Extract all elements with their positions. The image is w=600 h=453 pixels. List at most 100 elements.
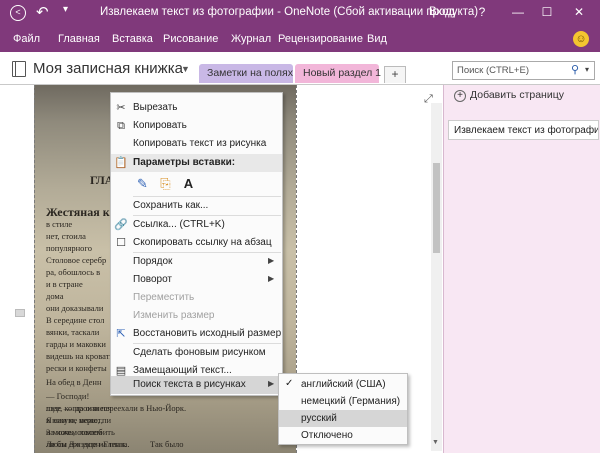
photo-text-line: В середине стол — [46, 315, 105, 325]
photo-text-line: Я вам не верю, пи — [46, 415, 112, 425]
menu-item-rotate[interactable]: Поворот ▶ — [111, 271, 282, 289]
menu-item-restore-size[interactable]: ⇱ Восстановить исходный размер — [111, 325, 282, 343]
photo-text-line: в стиле — [46, 219, 73, 229]
menu-item-set-background[interactable]: Сделать фоновым рисунком — [111, 344, 282, 362]
menu-item-label: Сохранить как... — [133, 200, 209, 211]
copy-icon: ⧉ — [117, 120, 125, 132]
paragraph-link-icon: ☐ — [116, 237, 126, 249]
ocr-language-submenu: ✓ английский (США) немецкий (Германия) р… — [278, 373, 408, 445]
notebook-bar: Моя записная книжка ▼ Заметки на полях Н… — [0, 52, 600, 85]
photo-text-line: дома — [46, 291, 64, 301]
tab-review[interactable]: Рецензирование — [278, 33, 363, 45]
page-item[interactable]: Извлекаем текст из фотографии — [448, 120, 599, 140]
add-section-button[interactable]: + — [384, 66, 406, 83]
photo-text-line: видешь на кровати — [46, 351, 114, 361]
menu-item-label: Копировать — [133, 120, 187, 131]
language-option-english[interactable]: ✓ английский (США) — [279, 376, 407, 393]
photo-text-line: Так было — [150, 439, 184, 449]
undo-icon[interactable]: ↶ — [36, 3, 49, 21]
plus-icon: + — [454, 90, 466, 102]
submenu-arrow-icon: ▶ — [268, 379, 275, 388]
back-circle-icon[interactable]: < — [10, 5, 26, 21]
tab-file[interactable]: Файл — [13, 33, 40, 45]
paste-options-header: 📋 Параметры вставки: — [111, 154, 282, 172]
vertical-scrollbar[interactable]: ▼ — [431, 103, 442, 451]
photo-text-line: гарды и маковки — [46, 339, 106, 349]
notebook-icon — [12, 61, 26, 77]
minimize-button[interactable]: — — [511, 5, 525, 19]
menu-item-label: Переместить — [133, 292, 195, 303]
photo-text-line: ра, обошлось в — [46, 267, 101, 277]
menu-item-copy-link[interactable]: ☐ Скопировать ссылку на абзац — [111, 234, 282, 252]
menu-item-label: Сделать фоновым рисунком — [133, 347, 266, 358]
paste-merge-formatting-icon[interactable]: ⎘ — [156, 174, 175, 193]
language-label: немецкий (Германия) — [301, 396, 401, 407]
menu-item-resize: Изменить размер — [111, 307, 282, 325]
menu-item-label: Поворот — [133, 274, 172, 285]
help-button[interactable]: ? — [475, 5, 489, 19]
menu-item-label: Параметры вставки: — [133, 157, 236, 168]
menu-item-ocr[interactable]: Поиск текста в рисунках ▶ — [111, 376, 282, 394]
tab-history[interactable]: Журнал — [231, 33, 271, 45]
section-tab-notes[interactable]: Заметки на полях — [199, 64, 293, 83]
menu-item-label: Замещающий текст... — [133, 365, 232, 376]
section-tab-new[interactable]: Новый раздел 1 — [295, 64, 381, 83]
smiley-feedback-icon[interactable]: ☺ — [573, 31, 589, 47]
clipboard-icon: 📋 — [114, 157, 128, 169]
photo-text-line: ли бы его еще на глаза. — [46, 439, 130, 449]
scroll-down-icon[interactable]: ▼ — [432, 439, 439, 446]
submenu-arrow-icon: ▶ — [268, 256, 275, 265]
paste-text-only-icon[interactable]: A — [179, 174, 198, 193]
menu-item-label: Копировать текст из рисунка — [133, 138, 267, 149]
maximize-button[interactable]: ☐ — [540, 5, 554, 19]
paste-options-row: ✎ ⎘ A — [111, 172, 282, 196]
menu-item-move: Переместить — [111, 289, 282, 307]
photo-text-line: Столовое серебр — [46, 255, 107, 265]
menu-item-label: Скопировать ссылку на абзац — [133, 237, 272, 248]
menu-item-order[interactable]: Порядок ▶ — [111, 253, 282, 271]
menu-item-copy[interactable]: ⧉ Копировать — [111, 117, 282, 135]
photo-text-line: — Господи! — [46, 391, 90, 401]
photo-text-line: и можем полюбить — [46, 427, 115, 437]
ribbon-tabs: Файл Главная Вставка Рисование Журнал Ре… — [0, 26, 600, 52]
photo-text-line: и в стране — [46, 279, 83, 289]
search-placeholder: Поиск (CTRL+E) — [457, 65, 529, 76]
tab-home[interactable]: Главная — [58, 33, 100, 45]
image-frame-left — [34, 85, 35, 453]
add-page-button[interactable]: + Добавить страницу — [454, 89, 564, 102]
menu-item-label: Ссылка... (CTRL+K) — [133, 219, 225, 230]
photo-text-line: На обед в Денн — [46, 377, 102, 387]
menu-item-link[interactable]: 🔗 Ссылка... (CTRL+K) — [111, 216, 282, 234]
close-button[interactable]: ✕ — [572, 5, 586, 19]
notebook-name[interactable]: Моя записная книжка — [33, 60, 183, 77]
page-list-panel: + Добавить страницу Извлекаем текст из фо… — [443, 85, 600, 453]
menu-item-save-as[interactable]: Сохранить как... — [111, 197, 282, 215]
search-input[interactable]: Поиск (CTRL+E) ⚲ ▾ — [452, 61, 595, 80]
menu-item-cut[interactable]: ✂ Вырезать — [111, 99, 282, 117]
search-icon[interactable]: ⚲ — [571, 63, 579, 76]
scissors-icon: ✂ — [116, 102, 126, 114]
paste-keep-formatting-icon[interactable]: ✎ — [133, 174, 152, 193]
paragraph-handle[interactable] — [15, 309, 25, 317]
language-option-german[interactable]: немецкий (Германия) — [279, 393, 407, 410]
tab-insert[interactable]: Вставка — [112, 33, 153, 45]
menu-item-copy-text[interactable]: Копировать текст из рисунка — [111, 135, 282, 153]
left-margin — [0, 85, 34, 453]
tab-view[interactable]: Вид — [367, 33, 387, 45]
language-option-disabled[interactable]: Отключено — [279, 427, 407, 444]
search-dropdown-icon[interactable]: ▾ — [585, 65, 589, 74]
photo-text-line: шее, когда они переехали в Нью-Йорк. — [46, 403, 187, 413]
signin-link[interactable]: Вход — [429, 6, 455, 18]
scrollbar-thumb[interactable] — [433, 163, 440, 253]
quick-access-dropdown-icon[interactable]: ▾ — [63, 4, 68, 15]
language-label: английский (США) — [301, 379, 386, 390]
context-menu: ✂ Вырезать ⧉ Копировать Копировать текст… — [110, 92, 283, 396]
photo-text-line: вянки, таскали — [46, 327, 100, 337]
language-option-russian[interactable]: русский — [279, 410, 407, 427]
menu-item-label: Вырезать — [133, 102, 178, 113]
tab-draw[interactable]: Рисование — [163, 33, 218, 45]
restore-size-icon: ⇱ — [116, 328, 126, 340]
add-page-label: Добавить страницу — [470, 89, 564, 101]
check-icon: ✓ — [285, 378, 294, 389]
chevron-down-icon[interactable]: ▼ — [181, 64, 190, 74]
